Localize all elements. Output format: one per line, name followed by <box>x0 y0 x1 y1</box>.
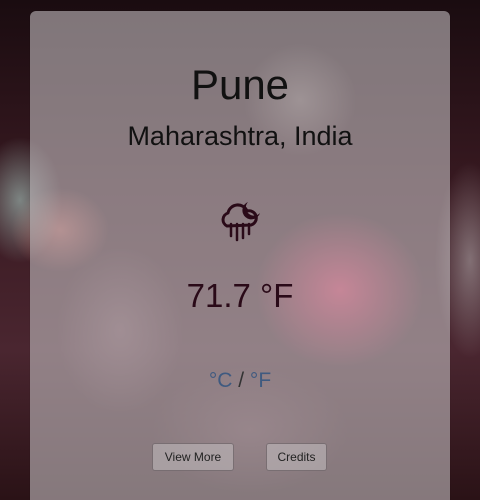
cloud-rain-moon-icon <box>215 196 265 246</box>
celsius-toggle[interactable]: °C <box>209 369 233 392</box>
unit-separator: / <box>238 369 250 392</box>
unit-toggle: °C / °F <box>30 369 450 393</box>
fahrenheit-toggle[interactable]: °F <box>250 369 271 392</box>
region-name: Maharashtra, India <box>127 121 353 151</box>
temperature-value: 71.7 °F <box>186 277 294 314</box>
view-more-button[interactable]: View More <box>152 443 234 471</box>
city-name: Pune <box>190 61 290 108</box>
weather-card: Pune Maharashtra, India 71.7 °F °C / °F … <box>30 11 450 500</box>
credits-button[interactable]: Credits <box>266 443 327 471</box>
